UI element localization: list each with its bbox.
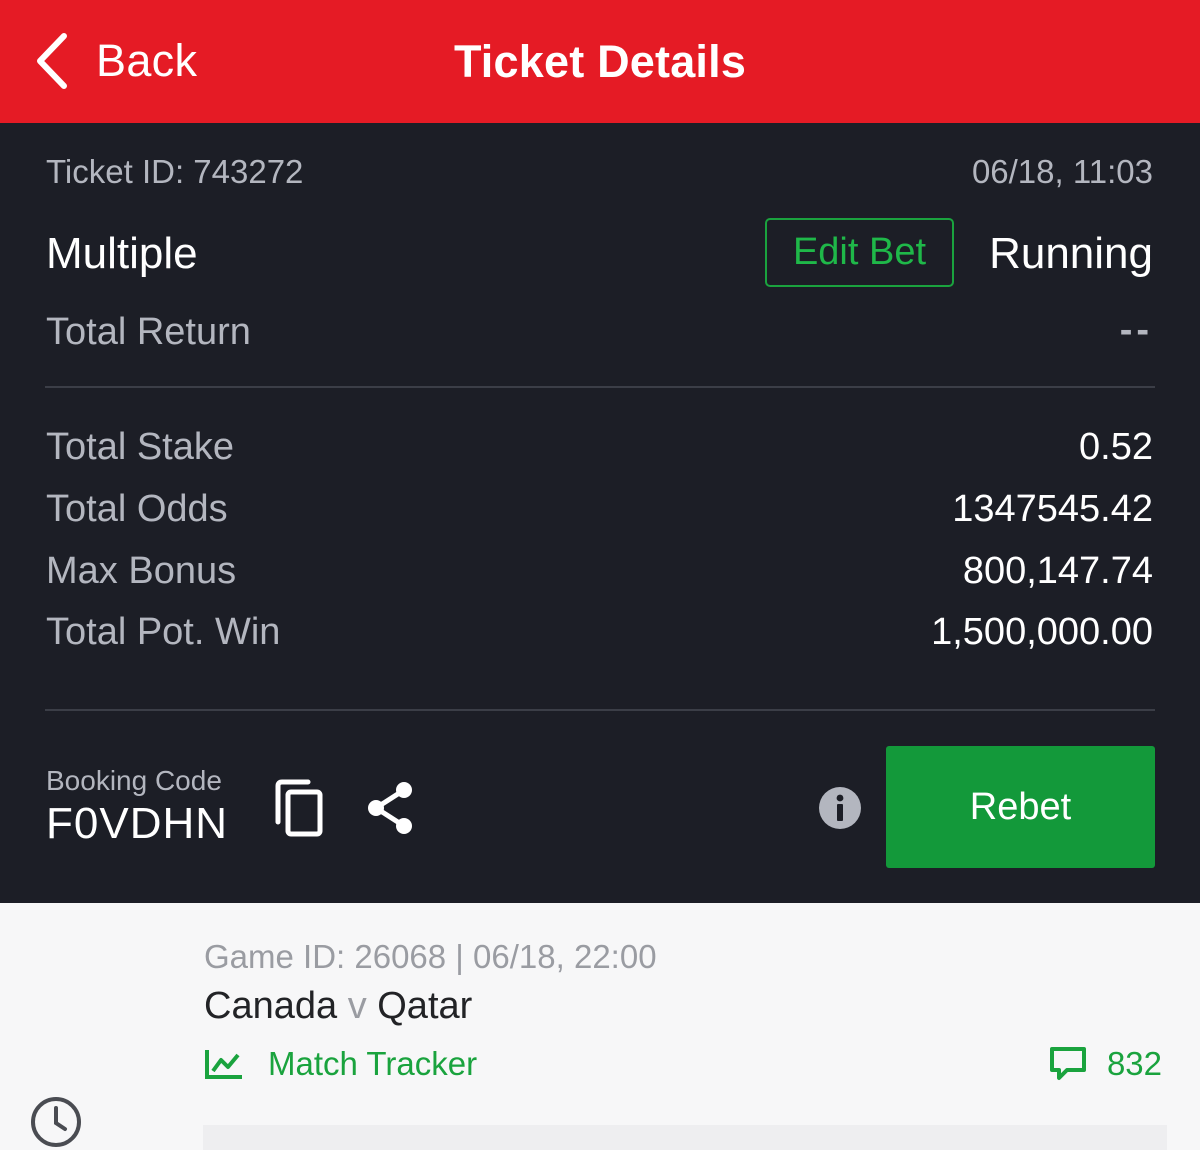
match-tracker-label: Match Tracker <box>268 1045 478 1082</box>
comments-link[interactable]: 832 <box>1049 1043 1162 1085</box>
rebet-button[interactable]: Rebet <box>886 746 1155 868</box>
bet-type: Multiple <box>46 229 198 278</box>
ticket-details-screen: Back Ticket Details Ticket ID: 743272 06… <box>0 0 1200 1150</box>
total-stake-label: Total Stake <box>46 426 234 468</box>
line-chart-icon <box>205 1050 242 1079</box>
selection-card <box>203 1125 1167 1150</box>
info-icon[interactable] <box>818 786 862 830</box>
away-team: Qatar <box>377 985 473 1027</box>
max-bonus-value: 800,147.74 <box>962 550 1153 592</box>
divider <box>45 709 1155 711</box>
ticket-status: Running <box>989 229 1153 278</box>
total-return-value: -- <box>1119 309 1153 351</box>
copy-icon[interactable] <box>272 778 326 838</box>
total-pot-win-value: 1,500,000.00 <box>931 611 1153 653</box>
share-icon[interactable] <box>364 780 416 836</box>
total-return-label: Total Return <box>46 311 251 353</box>
game-section: Game ID: 26068 | 06/18, 22:00 Canada v Q… <box>0 903 1200 1150</box>
comment-count: 832 <box>1106 1045 1162 1082</box>
edit-bet-button[interactable]: Edit Bet <box>765 218 954 287</box>
comment-icon <box>1049 1047 1086 1080</box>
total-odds-value: 1347545.42 <box>952 488 1153 530</box>
match-tracker-link[interactable]: Match Tracker <box>204 1043 477 1085</box>
match-teams: Canada v Qatar <box>204 985 472 1028</box>
versus-label: v <box>347 985 367 1027</box>
page-title: Ticket Details <box>453 36 747 87</box>
home-team: Canada <box>204 985 338 1027</box>
divider <box>45 386 1155 388</box>
total-stake-value: 0.52 <box>1079 426 1153 468</box>
total-pot-win-label: Total Pot. Win <box>46 611 281 653</box>
clock-icon <box>31 1097 81 1147</box>
total-odds-label: Total Odds <box>46 488 228 530</box>
ticket-id: Ticket ID: 743272 <box>46 153 304 190</box>
booking-code-label: Booking Code <box>46 765 222 796</box>
ticket-summary-panel: Ticket ID: 743272 06/18, 11:03 Multiple … <box>0 123 1200 903</box>
booking-code: F0VDHN <box>46 799 229 848</box>
header-bar: Back Ticket Details <box>0 0 1200 123</box>
max-bonus-label: Max Bonus <box>46 550 237 592</box>
ticket-datetime: 06/18, 11:03 <box>971 153 1153 190</box>
game-meta: Game ID: 26068 | 06/18, 22:00 <box>204 938 657 975</box>
